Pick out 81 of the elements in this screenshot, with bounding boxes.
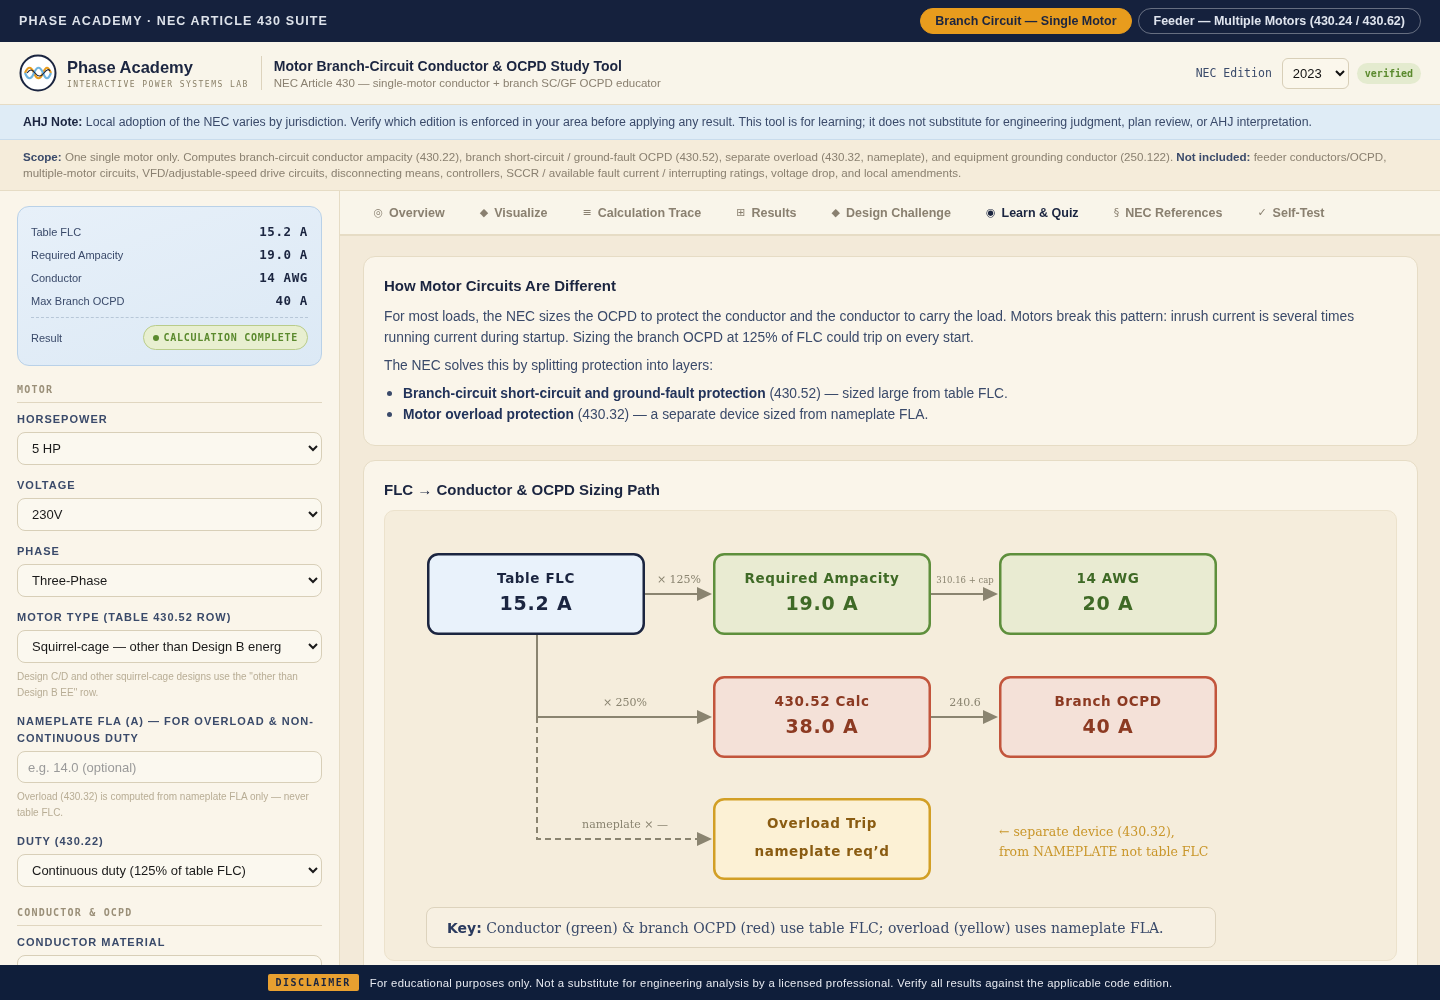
bullet-text: Motor overload protection (430.32) — a separate device sized from nameplate FLA. (403, 406, 929, 424)
paragraph: For most loads, the NEC sizes the OCPD to protect the conductor and the conductor to carry the load. Motors break this pattern: inrush current is several times running current during startup. Sizing the branch OCPD at 125% of FLC could trip on every start. (384, 308, 1356, 347)
connector-arrow (644, 587, 712, 601)
section-heading: CONDUCTOR & OCPD (17, 906, 322, 926)
ocpd-node: Branch OCPD 40 A (999, 676, 1217, 758)
edge-label: 240.6 (949, 696, 981, 709)
grid-icon: ⊞ (736, 206, 746, 219)
brand-tagline: INTERACTIVE POWER SYSTEMS LAB (67, 79, 249, 89)
brand-name: Phase Academy (67, 57, 194, 77)
verified-badge: verified (1356, 62, 1421, 84)
bullet-icon (387, 391, 392, 396)
paragraph: The NEC solves this by splitting protection into layers: (384, 357, 714, 375)
tab[interactable]: ≡ Calculation Trace (564, 191, 719, 234)
card-title: How Motor Circuits Are Different (384, 276, 617, 296)
field-label: VOLTAGE (17, 478, 77, 493)
status-dot-icon (152, 334, 159, 341)
status-text: CALCULATION COMPLETE (163, 332, 298, 343)
field-label: DUTY (430.22) (17, 834, 105, 849)
edition-label: NEC Edition (1195, 66, 1272, 80)
tab[interactable]: ◎ Overview (356, 191, 463, 234)
ocpd-node: 430.52 Calc 38.0 A (713, 676, 931, 758)
summary-label: Conductor (31, 271, 82, 284)
tab[interactable]: ⊞ Results (718, 191, 815, 234)
field-label: HORSEPOWER (17, 412, 109, 427)
field-label: NAMEPLATE FLA (A) — FOR OVERLOAD & NON-CONTINUOUS DUTY (17, 714, 315, 746)
tab[interactable]: § NEC References (1096, 191, 1240, 234)
input-field[interactable]: e.g. 14.0 (optional) (17, 751, 322, 783)
summary-label: Max Branch OCPD (31, 294, 125, 307)
summary-value: 15.2 A (259, 224, 308, 239)
edge-label: × 250% (602, 696, 648, 709)
tool-title: Motor Branch-Circuit Conductor & OCPD Study Tool (273, 57, 623, 74)
lines-icon: ≡ (582, 206, 592, 219)
select-field[interactable]: Squirrel-cage — other than Design B energ (17, 630, 322, 663)
suite-title: PHASE ACADEMY · NEC ARTICLE 430 SUITE (19, 14, 329, 28)
connector-arrow (930, 587, 998, 601)
edge-label: × 125% (656, 573, 702, 586)
select-field[interactable]: Continuous duty (125% of table FLC) (17, 854, 322, 887)
summary-value: 40 A (275, 293, 308, 308)
field-label: MOTOR TYPE (TABLE 430.52 ROW) (17, 610, 233, 625)
edition-select[interactable]: 2023 (1281, 57, 1349, 89)
ahj-note: AHJ Note: Local adoption of the NEC varies by jurisdiction. Verify which edition is enforced in your area before applying any result. This tool is for learning; it does not substitute for engineering judgment, plan review, or AHJ interpretation. (0, 105, 1440, 140)
select-field[interactable]: 230V (17, 498, 322, 531)
section-sign-icon: § (1113, 206, 1120, 219)
overload-node: Overload Trip nameplate req’d (713, 798, 931, 880)
legend-key: Key: Conductor (green) & branch OCPD (red) use table FLC; overload (yellow) uses nameplate FLA. (426, 907, 1216, 948)
wave-logo-icon (19, 54, 57, 92)
disclaimer-badge: DISCLAIMER (267, 974, 359, 991)
edge-label: nameplate × — (582, 818, 668, 831)
summary-label: Table FLC (31, 225, 82, 238)
summary-value: 14 AWG (259, 270, 308, 285)
tab[interactable]: ◆ Visualize (462, 191, 565, 234)
summary-value: 19.0 A (259, 247, 308, 262)
help-text: Overload (430.32) is computed from nameplate FLA only — never table FLC. (17, 790, 310, 820)
bullet-text: Branch-circuit short-circuit and ground-fault protection (430.52) — sized large from table FLC. (403, 385, 1008, 403)
summary-label: Required Ampacity (31, 248, 124, 261)
disclaimer-text: For educational purposes only. Not a substitute for engineering analysis by a licensed professional. Verify all results against the applicable code edition. (369, 976, 1173, 989)
tab[interactable]: ✓ Self-Test (1239, 191, 1342, 234)
bullet-icon (387, 412, 392, 417)
flc-node: Table FLC 15.2 A (427, 553, 645, 635)
select-field[interactable]: Three-Phase (17, 564, 322, 597)
section-heading: MOTOR (17, 383, 322, 403)
tool-subtitle: NEC Article 430 — single-motor conductor + branch SC/GF OCPD educator (273, 76, 661, 89)
card-title: FLC → Conductor & OCPD Sizing Path (384, 480, 661, 500)
conductor-node: 14 AWG 20 A (999, 553, 1217, 635)
tab[interactable]: ◆ Design Challenge (814, 191, 969, 234)
check-icon: ✓ (1257, 206, 1267, 219)
summary-label: Result (31, 331, 63, 344)
field-label: CONDUCTOR MATERIAL (17, 935, 167, 950)
select-field[interactable]: 5 HP (17, 432, 322, 465)
connector-arrow (930, 710, 998, 724)
annotation-note: ← separate device (430.32), from NAMEPLATE not table FLC (999, 824, 1209, 859)
field-label: PHASE (17, 544, 61, 559)
tab[interactable]: ◉ Learn & Quiz (968, 191, 1097, 234)
diamond-icon: ◆ (831, 206, 841, 219)
diamond-icon: ◆ (479, 206, 489, 219)
edge-label: 310.16 + cap (936, 575, 994, 585)
target-icon: ◎ (373, 206, 384, 219)
mode-tab[interactable]: Branch Circuit — Single Motor (920, 8, 1132, 34)
radio-dot-icon: ◉ (985, 206, 996, 219)
conductor-node: Required Ampacity 19.0 A (713, 553, 931, 635)
help-text: Design C/D and other squirrel-cage designs use the "other than Design B EE" row. (17, 670, 299, 700)
